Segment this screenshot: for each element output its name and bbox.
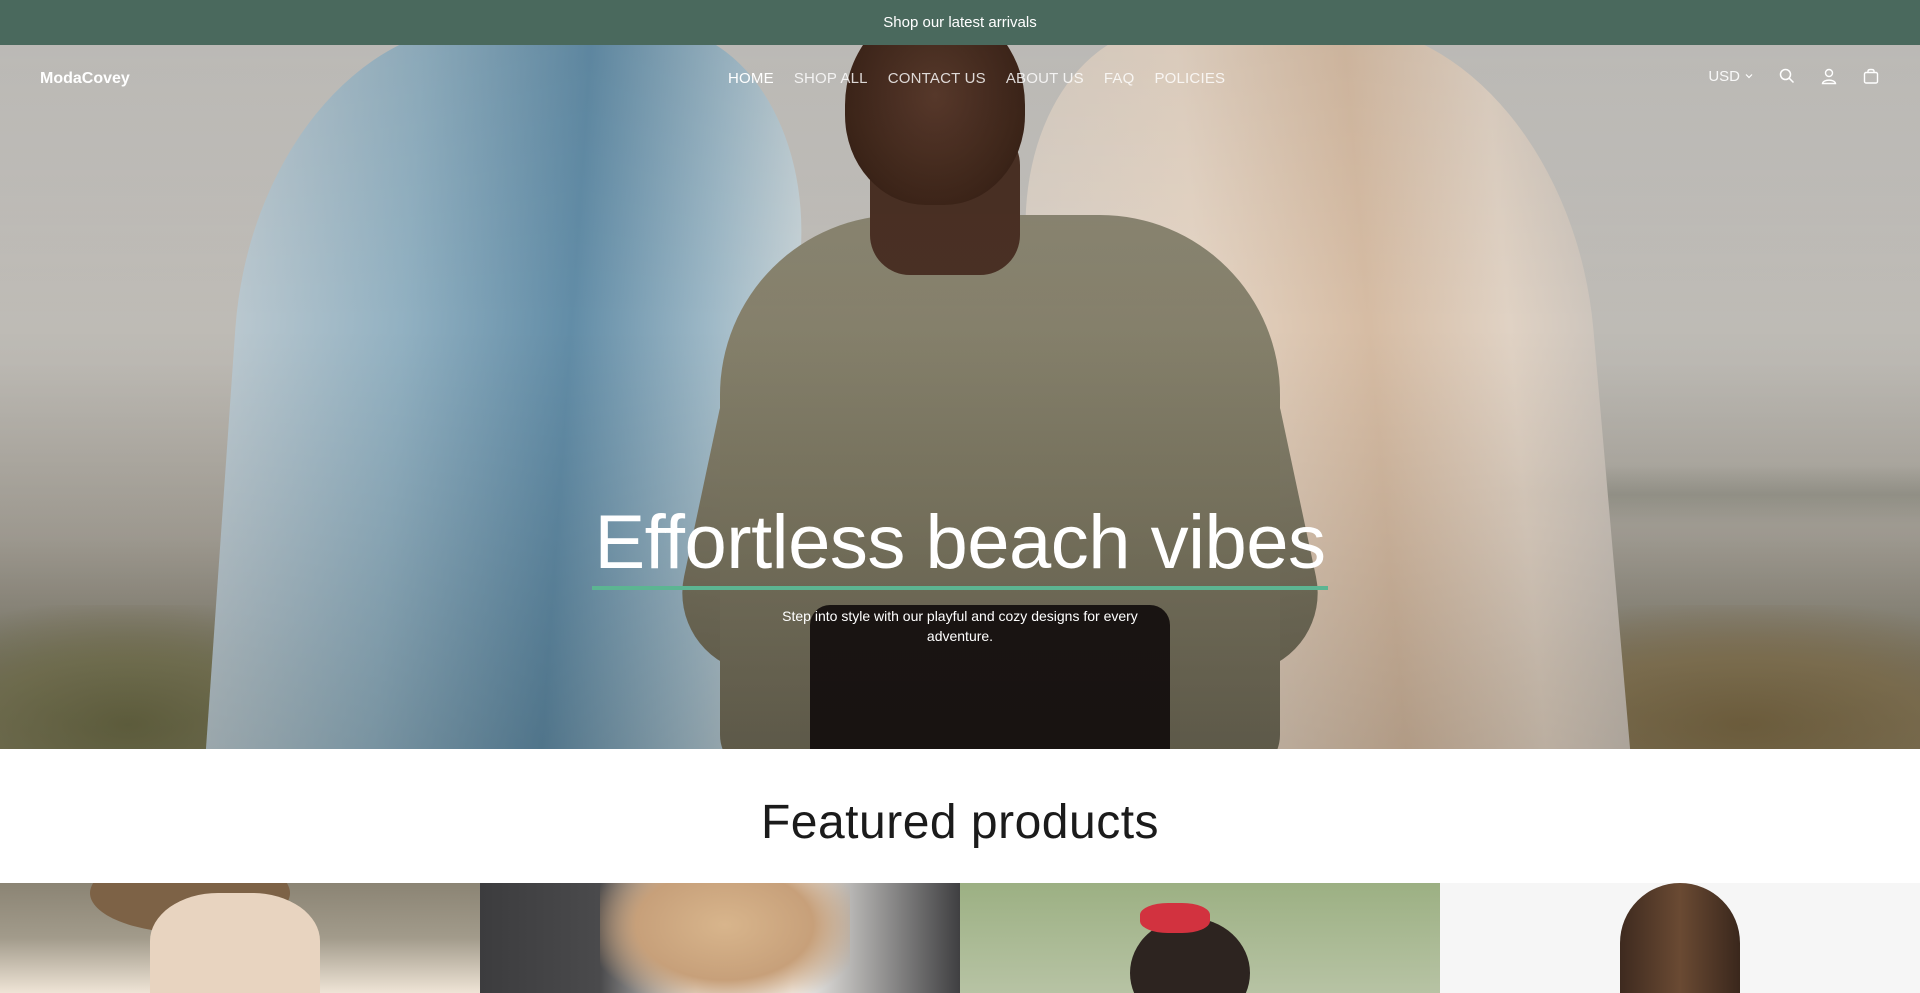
main-nav: HOME SHOP ALL CONTACT US ABOUT US FAQ PO… — [728, 70, 1225, 87]
product-grid — [0, 883, 1920, 993]
search-icon[interactable] — [1778, 67, 1796, 85]
nav-item-shop-all[interactable]: SHOP ALL — [794, 70, 868, 87]
featured-section: Featured products — [0, 795, 1920, 850]
account-icon[interactable] — [1820, 67, 1838, 85]
product-image — [1620, 883, 1740, 993]
hero-content: Effortless beach vibes Step into style w… — [0, 500, 1920, 646]
product-card[interactable] — [960, 883, 1440, 993]
featured-title: Featured products — [760, 796, 1160, 849]
nav-item-contact-us[interactable]: CONTACT US — [888, 70, 986, 87]
hero-title: Effortless beach vibes — [592, 500, 1328, 590]
hero-subtitle: Step into style with our playful and coz… — [782, 608, 1138, 644]
product-card[interactable] — [0, 883, 480, 993]
product-image — [600, 883, 850, 993]
currency-selector[interactable]: USD — [1708, 68, 1754, 85]
cart-icon[interactable] — [1862, 67, 1880, 85]
nav-item-policies[interactable]: POLICIES — [1154, 70, 1225, 87]
header-actions: USD — [1708, 67, 1880, 85]
product-image-bow — [1140, 903, 1210, 933]
currency-label: USD — [1708, 67, 1740, 85]
product-image — [150, 893, 320, 993]
nav-item-about-us[interactable]: ABOUT US — [1006, 70, 1084, 87]
announcement-bar: Shop our latest arrivals — [0, 0, 1920, 45]
product-card[interactable] — [1440, 883, 1920, 993]
site-header: ModaCovey HOME SHOP ALL CONTACT US ABOUT… — [0, 45, 1920, 115]
nav-item-faq[interactable]: FAQ — [1104, 70, 1135, 87]
site-logo[interactable]: ModaCovey — [40, 70, 130, 88]
announcement-text: Shop our latest arrivals — [883, 14, 1037, 31]
product-card[interactable] — [480, 883, 960, 993]
nav-item-home[interactable]: HOME — [728, 70, 774, 87]
chevron-down-icon — [1745, 74, 1753, 79]
